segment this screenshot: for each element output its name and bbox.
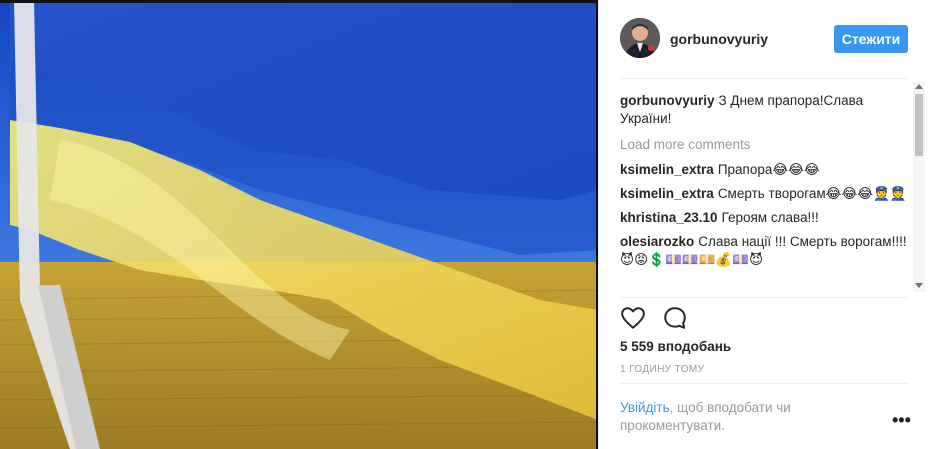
comment-item: ksimelin_extra Прапора😂😂😂 xyxy=(620,161,908,179)
scroll-down-arrow-icon[interactable] xyxy=(915,283,923,288)
comment-bubble-icon[interactable] xyxy=(662,305,688,331)
comment-text: Смерть творогам😂😂😂👮👮 xyxy=(717,186,907,201)
comment-username[interactable]: khristina_23.10 xyxy=(620,210,718,225)
post-photo[interactable] xyxy=(0,0,598,449)
likes-count[interactable]: 5 559 вподобань xyxy=(620,339,731,354)
header-divider xyxy=(620,78,908,79)
comments-scrollbar[interactable] xyxy=(913,82,925,292)
flag-photo-image xyxy=(0,0,598,449)
comment-username[interactable]: ksimelin_extra xyxy=(620,162,714,177)
login-prompt: Увійдіть, щоб вподобати чи прокоментуват… xyxy=(620,399,850,435)
comment-item: ksimelin_extra Смерть творогам😂😂😂👮👮 xyxy=(620,185,908,203)
comment-item: olesiarozko Слава нації !!! Смерть ворога… xyxy=(620,233,908,269)
post-caption: gorbunovyuriy З Днем прапора!Слава Україн… xyxy=(620,92,908,128)
comment-username[interactable]: olesiarozko xyxy=(620,234,694,249)
post-timestamp[interactable]: 1 ГОДИНУ ТОМУ xyxy=(620,364,704,375)
comment-text: Героям слава!!! xyxy=(721,210,819,225)
comment-text: Прапора😂😂😂 xyxy=(717,162,820,177)
comment-item: khristina_23.10 Героям слава!!! xyxy=(620,209,908,227)
heart-icon[interactable] xyxy=(620,305,646,331)
caption-username[interactable]: gorbunovyuriy xyxy=(620,93,715,108)
post-header: gorbunovyuriy Стежити xyxy=(620,18,908,62)
comment-username[interactable]: ksimelin_extra xyxy=(620,186,714,201)
avatar[interactable] xyxy=(620,18,660,58)
load-more-comments-link[interactable]: Load more comments xyxy=(620,136,908,154)
comments-divider xyxy=(620,297,908,298)
login-link[interactable]: Увійдіть xyxy=(620,400,670,415)
comments-list: gorbunovyuriy З Днем прапора!Слава Україн… xyxy=(620,92,908,292)
footer-divider xyxy=(620,383,908,384)
follow-button[interactable]: Стежити xyxy=(834,25,908,53)
avatar-image xyxy=(620,18,660,58)
header-username[interactable]: gorbunovyuriy xyxy=(670,31,768,47)
scroll-up-arrow-icon[interactable] xyxy=(915,84,923,89)
scrollbar-thumb[interactable] xyxy=(915,94,923,156)
more-options-icon[interactable]: ••• xyxy=(892,411,911,429)
post-actions xyxy=(620,305,688,333)
